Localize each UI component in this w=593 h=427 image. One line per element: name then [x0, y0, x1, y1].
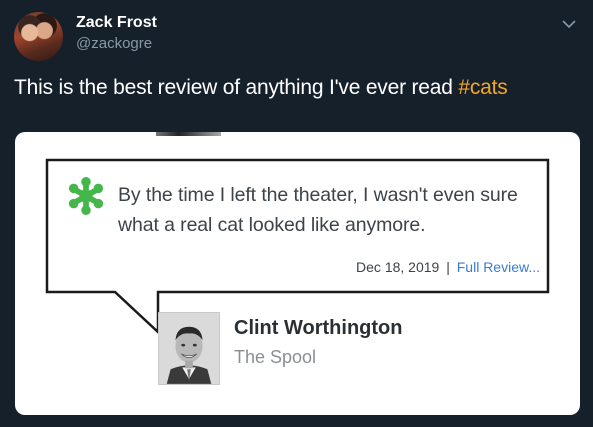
avatar[interactable] [14, 12, 63, 61]
review-date: Dec 18, 2019 [356, 259, 440, 275]
hashtag-link[interactable]: #cats [458, 76, 507, 99]
review-meta: Dec 18, 2019 | Full Review... [315, 259, 540, 275]
chevron-down-icon[interactable] [559, 14, 579, 34]
tweet-text: This is the best review of anything I've… [14, 76, 508, 100]
display-name[interactable]: Zack Frost [76, 14, 157, 32]
tweet-media-image[interactable]: By the time I left the theater, I wasn't… [15, 132, 580, 415]
tweet-header: Zack Frost @zackogre [12, 10, 581, 61]
meta-separator: | [446, 259, 450, 275]
critic-outlet: The Spool [234, 347, 317, 367]
tweet-body: This is the best review of anything I've… [14, 76, 459, 99]
user-handle[interactable]: @zackogre [76, 35, 152, 52]
review-quote: By the time I left the theater, I wasn't… [118, 184, 518, 236]
full-review-link[interactable]: Full Review... [457, 259, 540, 275]
green-splat-icon [68, 177, 104, 215]
critic-name: Clint Worthington [234, 317, 403, 339]
critic-photo [158, 312, 220, 385]
